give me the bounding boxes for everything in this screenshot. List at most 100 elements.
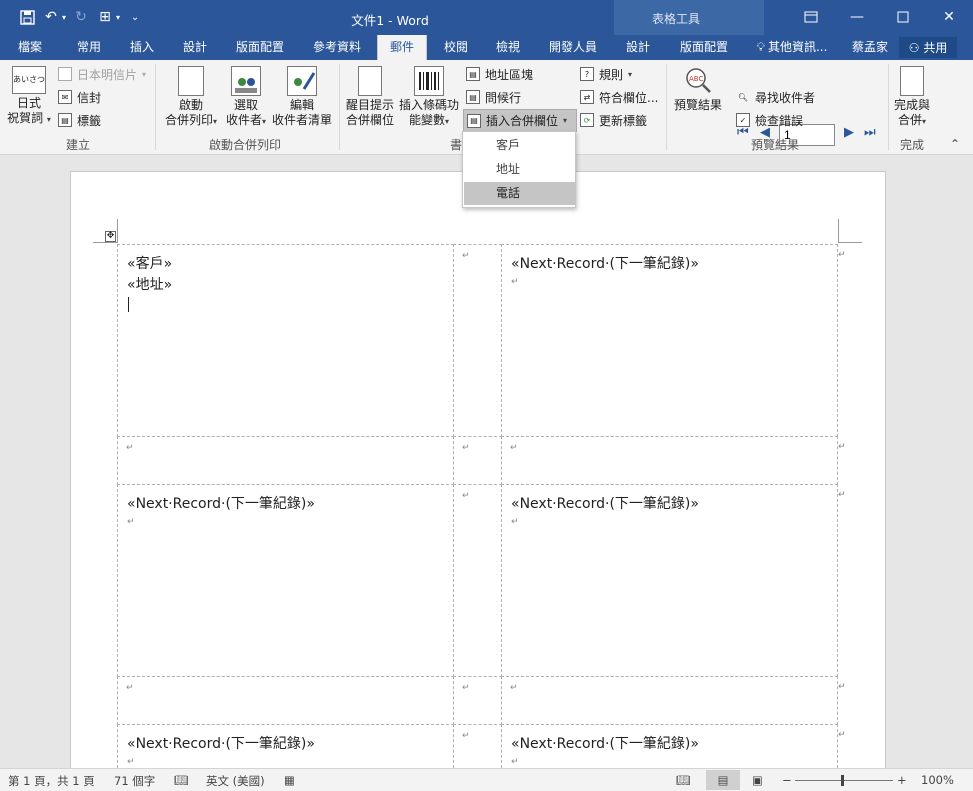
finish-merge-button[interactable]: 完成與 合併▾ bbox=[890, 66, 934, 129]
tab-developer[interactable]: 開發人員 bbox=[540, 35, 606, 60]
table-move-handle-icon[interactable]: ✥ bbox=[105, 231, 116, 242]
japanese-postcard-button[interactable]: 日本明信片 ▾ bbox=[58, 64, 146, 84]
tab-references[interactable]: 參考資料 bbox=[302, 35, 372, 60]
table-cell[interactable]: «Next·Record·(下一筆紀錄)» ↵ bbox=[501, 484, 838, 677]
labels-button[interactable]: ▤ 標籤 bbox=[58, 110, 101, 130]
customer-field[interactable]: «客戶» bbox=[127, 253, 172, 273]
match-fields-button[interactable]: ⇄ 符合欄位... bbox=[580, 87, 658, 107]
close-button[interactable]: ✕ bbox=[935, 4, 963, 30]
edit-recipient-list-button[interactable]: 編輯 收件者清單 bbox=[272, 66, 332, 128]
table-cell[interactable]: ↵ bbox=[117, 436, 454, 485]
proofing-icon[interactable]: 📖︎ bbox=[174, 773, 189, 787]
redo-icon[interactable]: ↻ bbox=[72, 7, 90, 27]
insert-barcode-button[interactable]: 插入條碼功 能變數▾ bbox=[398, 66, 460, 129]
tell-me-box[interactable]: 💡︎ 其他資訊... bbox=[750, 35, 834, 60]
japanese-greeting-button[interactable]: あいさつ 日式 祝賀詞 ▾ bbox=[6, 66, 52, 127]
insert-merge-field-button[interactable]: ▤ 插入合併欄位 ▾ bbox=[463, 109, 577, 132]
table-cell[interactable]: ↵ bbox=[501, 676, 838, 725]
update-labels-button[interactable]: ⟳ 更新標籤 bbox=[580, 110, 647, 130]
customize-qat-icon[interactable]: ⌄ bbox=[126, 7, 144, 27]
collapse-ribbon-icon[interactable]: ⌃ bbox=[950, 137, 960, 151]
table-cell[interactable]: ↵ bbox=[501, 436, 838, 485]
tab-view[interactable]: 檢視 bbox=[484, 35, 532, 60]
last-record-icon[interactable]: ⏭ bbox=[864, 125, 876, 140]
group-label-create: 建立 bbox=[65, 138, 90, 152]
table-layout-icon[interactable]: ⊞ bbox=[96, 7, 114, 27]
next-record-field[interactable]: «Next·Record·(下一筆紀錄)» bbox=[511, 733, 699, 753]
next-record-field[interactable]: «Next·Record·(下一筆紀錄)» bbox=[127, 493, 315, 513]
next-record-field[interactable]: «Next·Record·(下一筆紀錄)» bbox=[511, 493, 699, 513]
envelopes-label: 信封 bbox=[77, 90, 102, 105]
page-count[interactable]: 第 1 頁，共 1 頁 bbox=[8, 773, 95, 789]
zoom-in-icon[interactable]: + bbox=[897, 773, 907, 787]
tab-review[interactable]: 校閱 bbox=[432, 35, 480, 60]
cell-marker-icon: ↵ bbox=[126, 443, 134, 453]
margin-mark bbox=[93, 242, 117, 243]
find-icon: 🔍︎ bbox=[737, 92, 749, 102]
greeting-line-icon: ▤ bbox=[466, 90, 480, 104]
document-page[interactable]: ✥ «客戶» «地址» ↵ «Next·Record·(下一筆紀錄)» ↵ ↵ … bbox=[70, 171, 886, 768]
highlight-fields-icon bbox=[358, 66, 382, 96]
undo-dropdown-icon[interactable]: ▾ bbox=[62, 13, 66, 22]
tab-table-design[interactable]: 設計 bbox=[614, 35, 662, 60]
tab-table-layout[interactable]: 版面配置 bbox=[670, 35, 738, 60]
table-cell[interactable]: «Next·Record·(下一筆紀錄)» ↵ bbox=[501, 244, 838, 437]
language-indicator[interactable]: 英文 (美國) bbox=[206, 773, 265, 789]
table-cell[interactable]: «Next·Record·(下一筆紀錄)» ↵ bbox=[117, 724, 454, 768]
tab-design[interactable]: 設計 bbox=[170, 35, 220, 60]
user-name[interactable]: 蔡孟家 bbox=[846, 35, 894, 60]
preview-results-button[interactable]: ABC 預覽結果 bbox=[670, 66, 726, 113]
next-record-field[interactable]: «Next·Record·(下一筆紀錄)» bbox=[127, 733, 315, 753]
table-cell[interactable]: ↵ bbox=[453, 484, 502, 677]
menu-item-address[interactable]: 地址 bbox=[464, 158, 575, 181]
next-record-field[interactable]: «Next·Record·(下一筆紀錄)» bbox=[511, 253, 699, 273]
macro-recording-icon[interactable]: ▦ bbox=[284, 773, 295, 787]
save-icon[interactable] bbox=[18, 7, 36, 27]
chevron-down-icon: ▾ bbox=[213, 117, 218, 126]
start-mail-merge-button[interactable]: 啟動 合併列印▾ bbox=[162, 66, 220, 129]
zoom-out-icon[interactable]: − bbox=[782, 773, 792, 787]
menu-item-phone[interactable]: 電話 bbox=[464, 182, 575, 205]
tab-mailings[interactable]: 郵件 bbox=[377, 35, 427, 60]
tab-file[interactable]: 檔案 bbox=[4, 35, 56, 60]
web-layout-icon[interactable]: ▣ bbox=[752, 773, 763, 787]
table-cell[interactable]: ↵ bbox=[453, 244, 502, 437]
zoom-slider-thumb[interactable] bbox=[841, 775, 844, 786]
chevron-down-icon: ▾ bbox=[628, 69, 633, 79]
tab-insert[interactable]: 插入 bbox=[118, 35, 166, 60]
rules-button[interactable]: ? 規則 ▾ bbox=[580, 64, 632, 84]
find-recipient-button[interactable]: 🔍︎ 尋找收件者 bbox=[736, 87, 815, 107]
check-errors-button[interactable]: ✓ 檢查錯誤 bbox=[736, 110, 803, 130]
menu-item-customer[interactable]: 客戶 bbox=[464, 134, 575, 157]
envelopes-button[interactable]: ✉ 信封 bbox=[58, 87, 101, 107]
table-cell[interactable]: «客戶» «地址» bbox=[117, 244, 454, 437]
tab-layout[interactable]: 版面配置 bbox=[226, 35, 294, 60]
select-recipients-button[interactable]: 選取 收件者▾ bbox=[222, 66, 270, 129]
greeting-line-button[interactable]: ▤ 問候行 bbox=[466, 87, 521, 107]
tab-home[interactable]: 常用 bbox=[64, 35, 114, 60]
address-block-icon: ▤ bbox=[466, 67, 480, 81]
table-cell[interactable]: «Next·Record·(下一筆紀錄)» ↵ bbox=[117, 484, 454, 677]
share-button[interactable]: ⚇ 共用 bbox=[899, 37, 957, 58]
table-cell[interactable]: ↵ bbox=[453, 724, 502, 768]
zoom-level[interactable]: 100% bbox=[921, 773, 954, 787]
print-layout-icon[interactable]: ▤ bbox=[706, 770, 740, 790]
minimize-button[interactable]: — bbox=[843, 4, 871, 30]
address-block-button[interactable]: ▤ 地址區塊 bbox=[466, 64, 533, 84]
table-dropdown-icon[interactable]: ▾ bbox=[116, 13, 120, 22]
table-cell[interactable]: ↵ bbox=[453, 436, 502, 485]
document-area[interactable]: ✥ «客戶» «地址» ↵ «Next·Record·(下一筆紀錄)» ↵ ↵ … bbox=[0, 156, 973, 768]
zoom-slider-track[interactable] bbox=[795, 780, 893, 781]
insert-merge-field-label: 插入合併欄位 bbox=[486, 114, 559, 128]
table-cell[interactable]: ↵ bbox=[117, 676, 454, 725]
next-record-icon[interactable]: ▶ bbox=[844, 125, 854, 140]
highlight-merge-fields-button[interactable]: 醒目提示 合併欄位 bbox=[344, 66, 396, 128]
ribbon-display-icon[interactable] bbox=[797, 4, 825, 30]
table-cell[interactable]: «Next·Record·(下一筆紀錄)» ↵ bbox=[501, 724, 838, 768]
word-count[interactable]: 71 個字 bbox=[114, 773, 155, 789]
read-mode-icon[interactable]: 📖︎ bbox=[676, 773, 691, 787]
maximize-button[interactable] bbox=[889, 4, 917, 30]
address-field[interactable]: «地址» bbox=[127, 274, 172, 294]
undo-icon[interactable]: ↶ bbox=[42, 7, 60, 27]
table-cell[interactable]: ↵ bbox=[453, 676, 502, 725]
